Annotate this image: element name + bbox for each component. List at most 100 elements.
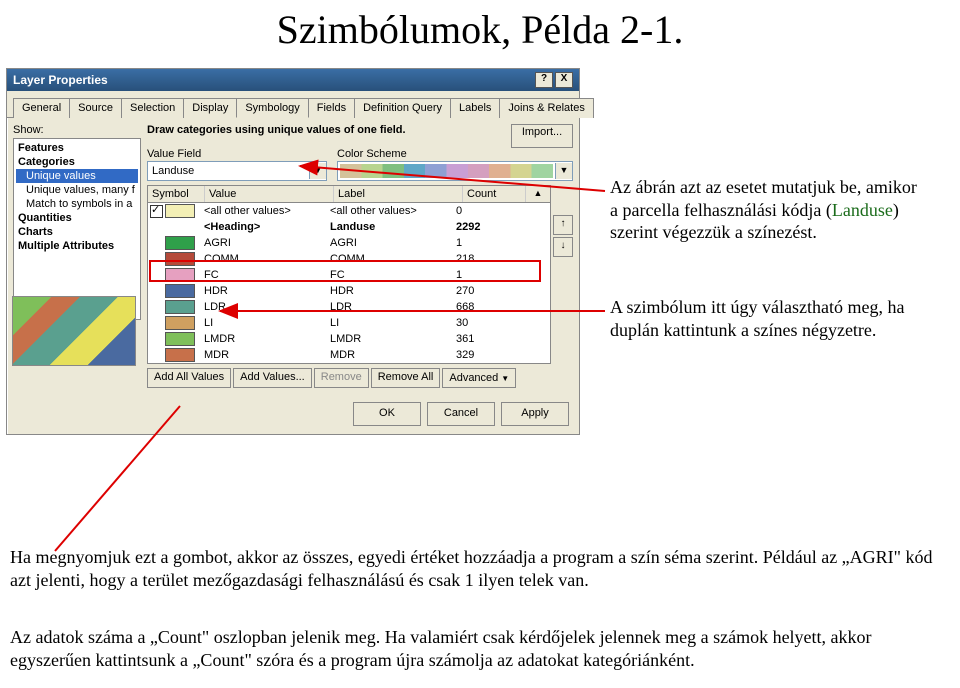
tab-symbology[interactable]: Symbology: [236, 98, 308, 118]
help-button[interactable]: ?: [535, 72, 553, 88]
color-scheme-dropdown[interactable]: ▼: [337, 161, 573, 181]
table-row[interactable]: AGRIAGRI1: [148, 235, 550, 251]
table-row[interactable]: MDRMDR329: [148, 347, 550, 363]
table-row[interactable]: <all other values><all other values>0: [148, 203, 550, 219]
tree-item[interactable]: Categories: [16, 155, 138, 169]
col-count[interactable]: Count: [463, 186, 526, 202]
cell-value: <Heading>: [202, 221, 328, 233]
value-field-value: Landuse: [148, 165, 309, 177]
color-ramp-swatch: [340, 164, 553, 178]
cell-label: LI: [328, 317, 454, 329]
cell-count: 329: [454, 349, 550, 361]
dialog-title: Layer Properties: [13, 73, 108, 87]
tree-item[interactable]: Unique values: [16, 169, 138, 183]
value-field-dropdown[interactable]: Landuse ▼: [147, 161, 327, 181]
table-row[interactable]: LILI30: [148, 315, 550, 331]
tab-source[interactable]: Source: [69, 98, 122, 118]
value-field-label: Value Field: [147, 148, 327, 160]
cell-count: 1: [454, 237, 550, 249]
table-row[interactable]: <Heading>Landuse2292: [148, 219, 550, 235]
col-label[interactable]: Label: [334, 186, 463, 202]
tab-joins-relates[interactable]: Joins & Relates: [499, 98, 593, 118]
symbol-grid[interactable]: Symbol Value Label Count ▲ <all other va…: [147, 185, 551, 364]
cell-label: LDR: [328, 301, 454, 313]
cell-value: <all other values>: [202, 205, 328, 217]
cell-count: 1: [454, 269, 550, 281]
move-down-button[interactable]: ↓: [553, 237, 573, 257]
callout-1: Az ábrán azt az esetet mutatjuk be, amik…: [610, 176, 950, 244]
cell-count: 30: [454, 317, 550, 329]
move-up-button[interactable]: ↑: [553, 215, 573, 235]
table-row[interactable]: HDRHDR270: [148, 283, 550, 299]
add-values-button[interactable]: Add Values...: [233, 368, 312, 388]
table-row[interactable]: LDRLDR668: [148, 299, 550, 315]
show-label: Show:: [13, 124, 141, 136]
paragraph-1: Ha megnyomjuk ezt a gombot, akkor az öss…: [10, 546, 950, 593]
tree-item[interactable]: Charts: [16, 225, 138, 239]
add-all-values-button[interactable]: Add All Values: [147, 368, 231, 388]
cell-count: 361: [454, 333, 550, 345]
symbol-swatch[interactable]: [165, 284, 195, 298]
tab-display[interactable]: Display: [183, 98, 237, 118]
apply-button[interactable]: Apply: [501, 402, 569, 426]
col-value[interactable]: Value: [205, 186, 334, 202]
cell-label: AGRI: [328, 237, 454, 249]
advanced-button[interactable]: Advanced ▼: [442, 368, 516, 388]
remove-button[interactable]: Remove: [314, 368, 369, 388]
tree-item[interactable]: Multiple Attributes: [16, 239, 138, 253]
tab-labels[interactable]: Labels: [450, 98, 500, 118]
cell-value: COMM: [202, 253, 328, 265]
callout-2: A szimbólum itt úgy választható meg, ha …: [610, 296, 950, 341]
symbol-swatch[interactable]: [165, 348, 195, 362]
tabstrip: GeneralSourceSelectionDisplaySymbologyFi…: [7, 91, 579, 118]
tree-item[interactable]: Unique values, many f: [16, 183, 138, 197]
cell-label: COMM: [328, 253, 454, 265]
chevron-down-icon: ▼: [309, 163, 326, 179]
tree-item[interactable]: Features: [16, 141, 138, 155]
tab-fields[interactable]: Fields: [308, 98, 355, 118]
table-row[interactable]: COMMCOMM218: [148, 251, 550, 267]
symbol-swatch[interactable]: [165, 300, 195, 314]
tab-general[interactable]: General: [13, 98, 70, 118]
symbol-swatch[interactable]: [165, 236, 195, 250]
tab-definition-query[interactable]: Definition Query: [354, 98, 451, 118]
cell-count: 668: [454, 301, 550, 313]
show-tree[interactable]: FeaturesCategoriesUnique valuesUnique va…: [13, 138, 141, 320]
cell-label: HDR: [328, 285, 454, 297]
tree-item[interactable]: Match to symbols in a: [16, 197, 138, 211]
cell-value: LMDR: [202, 333, 328, 345]
symbol-swatch[interactable]: [165, 252, 195, 266]
cell-value: LDR: [202, 301, 328, 313]
ok-button[interactable]: OK: [353, 402, 421, 426]
symbol-swatch[interactable]: [165, 204, 195, 218]
table-row[interactable]: FCFC1: [148, 267, 550, 283]
cell-count: 270: [454, 285, 550, 297]
symbol-swatch[interactable]: [165, 316, 195, 330]
symbol-swatch[interactable]: [165, 332, 195, 346]
paragraph-2: Az adatok száma a „Count" oszlopban jele…: [10, 626, 950, 673]
cell-count: 2292: [454, 221, 550, 233]
col-symbol[interactable]: Symbol: [148, 186, 205, 202]
remove-all-button[interactable]: Remove All: [371, 368, 441, 388]
page-title: Szimbólumok, Példa 2-1.: [0, 6, 960, 53]
chevron-down-icon: ▼: [555, 163, 572, 179]
layer-properties-dialog: Layer Properties ? X GeneralSourceSelect…: [6, 68, 580, 435]
all-other-values-checkbox[interactable]: [150, 205, 163, 218]
tab-selection[interactable]: Selection: [121, 98, 184, 118]
scroll-up-icon[interactable]: ▲: [526, 186, 550, 202]
cell-count: 0: [454, 205, 550, 217]
symbol-swatch[interactable]: [165, 268, 195, 282]
table-row[interactable]: LMDRLMDR361: [148, 331, 550, 347]
titlebar: Layer Properties ? X: [7, 69, 579, 91]
tree-item[interactable]: Quantities: [16, 211, 138, 225]
close-button[interactable]: X: [555, 72, 573, 88]
cell-label: MDR: [328, 349, 454, 361]
cell-count: 218: [454, 253, 550, 265]
cell-value: FC: [202, 269, 328, 281]
advanced-label: Advanced: [449, 372, 498, 384]
cell-value: AGRI: [202, 237, 328, 249]
import-button[interactable]: Import...: [511, 124, 573, 148]
cancel-button[interactable]: Cancel: [427, 402, 495, 426]
cell-label: Landuse: [328, 221, 454, 233]
cell-label: LMDR: [328, 333, 454, 345]
